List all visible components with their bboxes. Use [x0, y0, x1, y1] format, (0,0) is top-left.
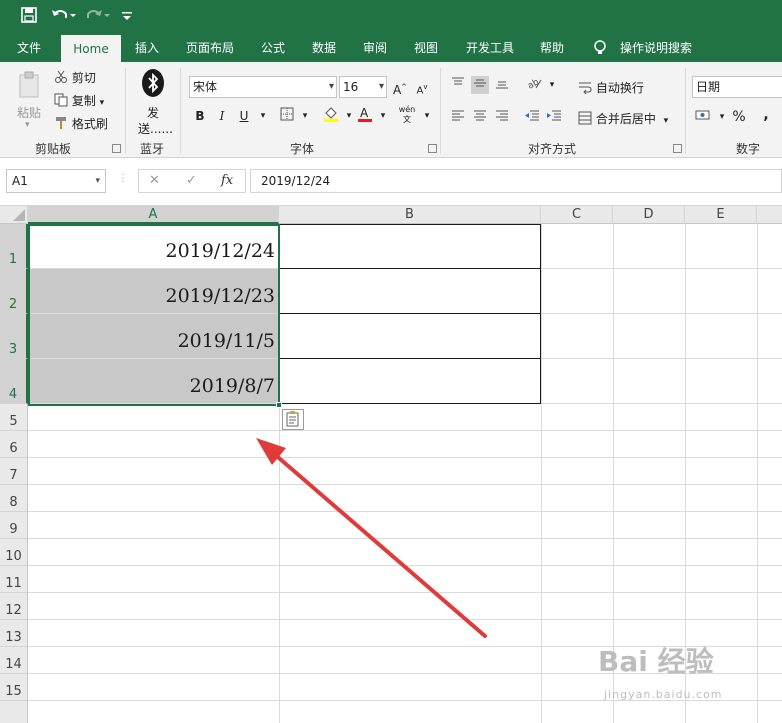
watermark-logo: Bai 经验 jingyan.baidu.com — [598, 640, 778, 720]
annotation-arrow-icon — [256, 438, 487, 638]
watermark-url: jingyan.baidu.com — [604, 688, 723, 701]
watermark-text: Bai 经验 — [598, 645, 714, 678]
